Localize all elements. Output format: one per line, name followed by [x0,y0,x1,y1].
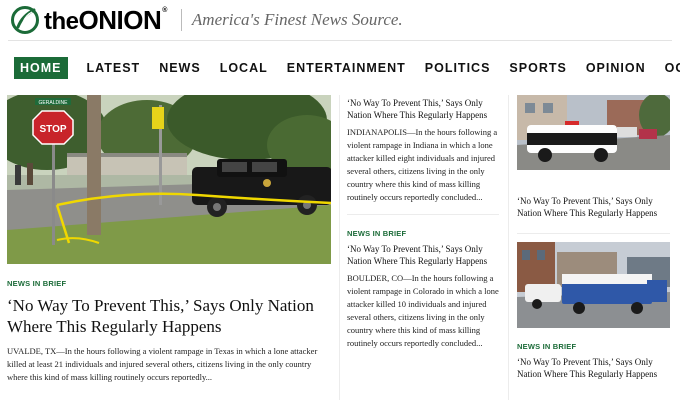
nav-local[interactable]: LOCAL [220,57,268,79]
mid-story-2-headline: ‘No Way To Prevent This,’ Says Only Nati… [347,244,488,266]
logo-wordmark: theONION® [44,4,167,35]
nav-latest[interactable]: LATEST [87,57,141,79]
right-story-2-image[interactable] [517,242,670,333]
onion-logo-icon [11,6,39,34]
boulder-scene-image [517,242,670,328]
police-scene-image [517,95,670,170]
main-story-kicker[interactable]: NEWS IN BRIEF [7,279,331,288]
uvalde-scene-image: STOP GERALDINE [7,95,331,264]
street-sign-text: GERALDINE [39,100,69,106]
header-rule [8,40,672,41]
right-column: ‘No Way To Prevent This,’ Says Only Nati… [517,95,670,380]
stop-sign-text: STOP [39,124,66,135]
mid-divider [347,214,499,215]
main-story-image[interactable]: STOP GERALDINE [7,95,331,269]
mid-column: ‘No Way To Prevent This,’ Says Only Nati… [347,97,499,350]
column-divider [508,95,509,400]
site-tagline: America's Finest News Source. [191,10,403,29]
mid-story-2-excerpt: BOULDER, CO—In the hours following a vio… [347,273,499,348]
nav-opinion[interactable]: OPINION [586,57,646,79]
nav-ogn[interactable]: OGN [665,57,680,79]
mid-story-1-headline-link[interactable]: ‘No Way To Prevent This,’ Says Only Nati… [347,97,499,121]
masthead: theONION® America's Finest News Source. [10,4,403,36]
site-logo[interactable]: theONION® [10,5,167,35]
main-story-headline: ‘No Way To Prevent This,’ Says Only Nati… [7,296,314,336]
mid-story-2-headline-link[interactable]: ‘No Way To Prevent This,’ Says Only Nati… [347,243,499,267]
main-story-headline-link[interactable]: ‘No Way To Prevent This,’ Says Only Nati… [7,295,331,337]
main-story-excerpt: UVALDE, TX—In the hours following a viol… [7,346,318,382]
right-divider [517,233,670,234]
column-divider [339,95,340,400]
right-story-1-headline: ‘No Way To Prevent This,’ Says Only Nati… [517,196,658,218]
right-story-2-headline-link[interactable]: ‘No Way To Prevent This,’ Says Only Nati… [517,356,670,380]
right-story-1-headline-link[interactable]: ‘No Way To Prevent This,’ Says Only Nati… [517,195,670,219]
header-divider [180,9,182,31]
mid-story-2-kicker[interactable]: NEWS IN BRIEF [347,229,499,238]
nav-sports[interactable]: SPORTS [509,57,566,79]
mid-story-1-headline: ‘No Way To Prevent This,’ Says Only Nati… [347,98,488,120]
main-nav: HOME LATEST NEWS LOCAL ENTERTAINMENT POL… [14,57,680,79]
right-story-2-headline: ‘No Way To Prevent This,’ Says Only Nati… [517,357,658,379]
nav-home[interactable]: HOME [14,57,68,79]
nav-politics[interactable]: POLITICS [425,57,491,79]
right-story-2-kicker[interactable]: NEWS IN BRIEF [517,342,670,351]
nav-news[interactable]: NEWS [159,57,201,79]
right-story-1-image[interactable] [517,95,670,175]
mid-story-1-excerpt: INDIANAPOLIS—In the hours following a vi… [347,127,498,202]
main-story: STOP GERALDINE NEWS IN BRIEF ‘No Way To … [7,95,331,384]
nav-entertainment[interactable]: ENTERTAINMENT [287,57,406,79]
